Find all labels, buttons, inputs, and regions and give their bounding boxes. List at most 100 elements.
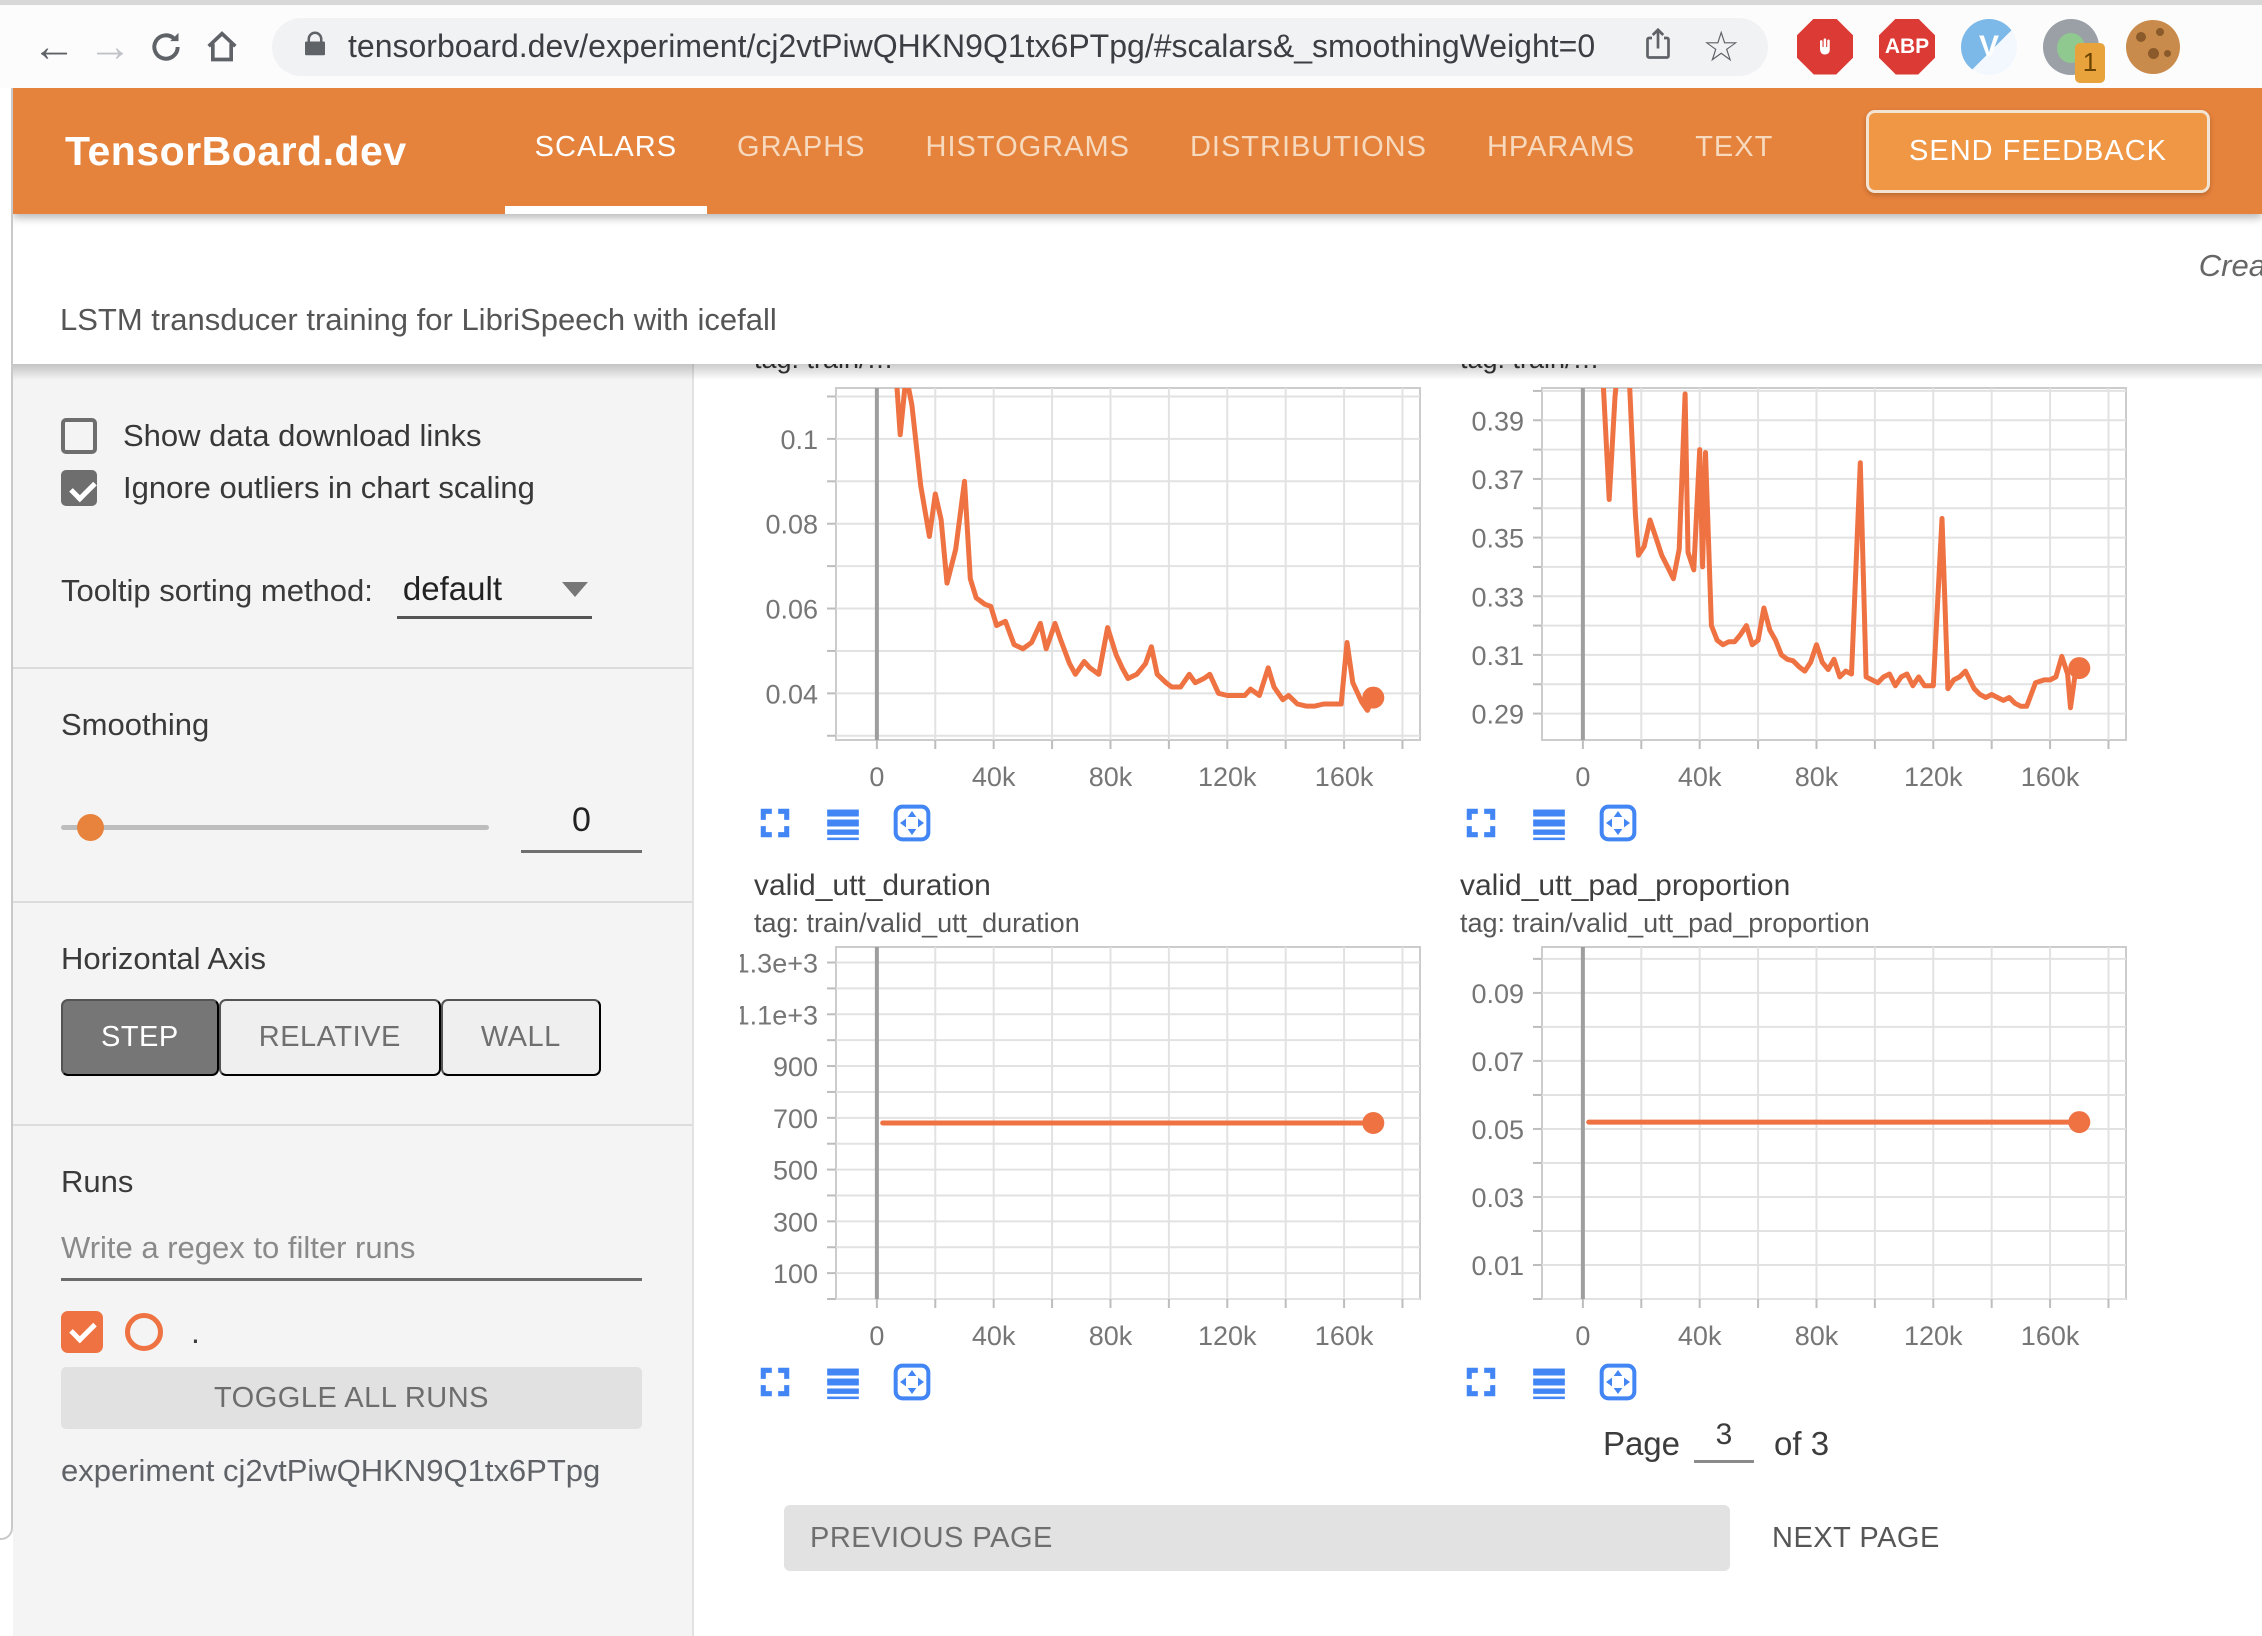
forward-icon[interactable]: → [82,19,138,75]
page-nav-buttons: PREVIOUS PAGE NEXT PAGE [740,1505,2262,1571]
scalars-dashboard: tag: train/…0.040.060.080.1040k80k120k16… [694,364,2262,1636]
axis-option-relative[interactable]: RELATIVE [219,999,441,1076]
log-scale-icon[interactable] [1530,803,1570,843]
next-page-button[interactable]: NEXT PAGE [1772,1522,1940,1555]
smoothing-slider[interactable] [61,825,489,830]
experiment-id-label: experiment cj2vtPiwQHKN9Q1tx6PTpg [61,1453,642,1489]
expand-chart-icon[interactable] [756,1362,796,1402]
svg-text:120k: 120k [1198,762,1257,792]
svg-text:0.1: 0.1 [780,425,818,455]
svg-text:80k: 80k [1089,762,1133,792]
send-feedback-button[interactable]: SEND FEEDBACK [1866,110,2210,193]
chart-tag: tag: train/valid_utt_duration [754,908,1432,939]
svg-text:120k: 120k [1904,1321,1963,1351]
v-extension-icon[interactable]: V [1958,16,2020,78]
axis-option-step[interactable]: STEP [61,999,219,1076]
tooltip-sorting-dropdown[interactable]: default [397,568,592,619]
app-logo: TensorBoard.dev [65,128,407,175]
scalar-line-chart[interactable]: 1003005007009001.1e+31.3e+3040k80k120k16… [740,941,1432,1360]
ignore-outliers-row[interactable]: Ignore outliers in chart scaling [61,470,642,506]
profile-avatar[interactable]: 1 [2040,16,2102,78]
tab-scalars[interactable]: SCALARS [505,88,707,214]
horizontal-axis-label: Horizontal Axis [61,941,642,977]
smoothing-label: Smoothing [61,707,642,743]
fit-domain-icon[interactable] [892,803,932,843]
svg-text:80k: 80k [1089,1321,1133,1351]
smoothing-value-input[interactable]: 0 [521,801,642,853]
previous-page-button[interactable]: PREVIOUS PAGE [784,1505,1730,1571]
run-list-item[interactable]: . [61,1311,642,1353]
expand-chart-icon[interactable] [1462,1362,1502,1402]
tab-distributions[interactable]: DISTRIBUTIONS [1160,88,1457,214]
axis-option-wall[interactable]: WALL [441,999,601,1076]
chart-title: valid_utt_duration [754,869,1432,903]
browser-toolbar: ← → tensorboard.dev/experiment/cj2vtPiwQ… [0,0,2262,88]
svg-text:40k: 40k [972,762,1016,792]
svg-text:160k: 160k [2021,1321,2080,1351]
fit-domain-icon[interactable] [1598,803,1638,843]
fit-domain-icon[interactable] [892,1362,932,1402]
expand-chart-icon[interactable] [756,803,796,843]
toggle-all-runs-button[interactable]: TOGGLE ALL RUNS [61,1367,642,1429]
svg-text:100: 100 [773,1259,818,1289]
experiment-title: LSTM transducer training for LibriSpeech… [60,302,777,338]
svg-text:0.07: 0.07 [1471,1047,1524,1077]
chart-toolbar [1462,803,2138,843]
back-icon[interactable]: ← [26,19,82,75]
svg-text:0.33: 0.33 [1471,582,1524,612]
svg-text:0: 0 [1575,762,1590,792]
stop-hand-extension-icon[interactable] [1794,16,1856,78]
ignore-outliers-label: Ignore outliers in chart scaling [123,470,535,506]
smoothing-slider-thumb[interactable] [77,814,104,841]
runs-filter-input[interactable] [61,1230,642,1266]
tab-histograms[interactable]: HISTOGRAMS [896,88,1160,214]
app-header: TensorBoard.dev SCALARSGRAPHSHISTOGRAMSD… [13,88,2262,214]
page-number-input[interactable] [1694,1418,1754,1463]
nav-tabs: SCALARSGRAPHSHISTOGRAMSDISTRIBUTIONSHPAR… [505,88,1804,214]
tab-graphs[interactable]: GRAPHS [707,88,895,214]
svg-text:1.3e+3: 1.3e+3 [740,949,818,979]
scalar-chart-card: tag: train/…0.290.310.330.350.370.39040k… [1446,364,2138,843]
show-download-links-row[interactable]: Show data download links [61,418,642,454]
expand-chart-icon[interactable] [1462,803,1502,843]
fit-domain-icon[interactable] [1598,1362,1638,1402]
refresh-icon[interactable] [138,19,194,75]
log-scale-icon[interactable] [824,1362,864,1402]
scalar-line-chart[interactable]: 0.010.030.050.070.09040k80k120k160k [1446,941,2138,1360]
runs-filter[interactable] [61,1230,642,1281]
chart-toolbar [756,1362,1432,1402]
scalar-line-chart[interactable]: 0.290.310.330.350.370.39040k80k120k160k [1446,382,2138,801]
url-text[interactable]: tensorboard.dev/experiment/cj2vtPiwQHKN9… [348,28,1595,65]
chart-tag-clipped: tag: train/… [754,364,1432,382]
ignore-outliers-checkbox[interactable] [61,470,97,506]
svg-text:300: 300 [773,1207,818,1237]
log-scale-icon[interactable] [824,803,864,843]
run-color-swatch [125,1313,163,1351]
log-scale-icon[interactable] [1530,1362,1570,1402]
created-label-partial: Crea [2199,248,2262,284]
address-bar[interactable]: tensorboard.dev/experiment/cj2vtPiwQHKN9… [272,18,1768,76]
settings-sidebar: Show data download links Ignore outliers… [13,364,694,1636]
svg-text:0.06: 0.06 [765,595,818,625]
tab-hparams[interactable]: HPARAMS [1457,88,1665,214]
run-name: . [191,1314,200,1351]
bookmark-star-icon[interactable]: ☆ [1702,26,1740,68]
svg-text:160k: 160k [1315,1321,1374,1351]
svg-text:0.03: 0.03 [1471,1183,1524,1213]
run-checkbox[interactable] [61,1311,103,1353]
tab-text[interactable]: TEXT [1665,88,1803,214]
svg-text:0.01: 0.01 [1471,1251,1524,1281]
svg-text:80k: 80k [1795,1321,1839,1351]
scalar-line-chart[interactable]: 0.040.060.080.1040k80k120k160k [740,382,1432,801]
svg-text:160k: 160k [2021,762,2080,792]
svg-text:120k: 120k [1198,1321,1257,1351]
cookie-extension-icon[interactable] [2122,16,2184,78]
svg-text:0.08: 0.08 [765,510,818,540]
svg-text:0.05: 0.05 [1471,1115,1524,1145]
chart-tag: tag: train/valid_utt_pad_proportion [1460,908,2138,939]
show-download-links-checkbox[interactable] [61,418,97,454]
home-icon[interactable] [194,19,250,75]
left-drawer-edge [0,88,13,1540]
abp-extension-icon[interactable]: ABP [1876,16,1938,78]
share-icon[interactable] [1640,24,1676,69]
